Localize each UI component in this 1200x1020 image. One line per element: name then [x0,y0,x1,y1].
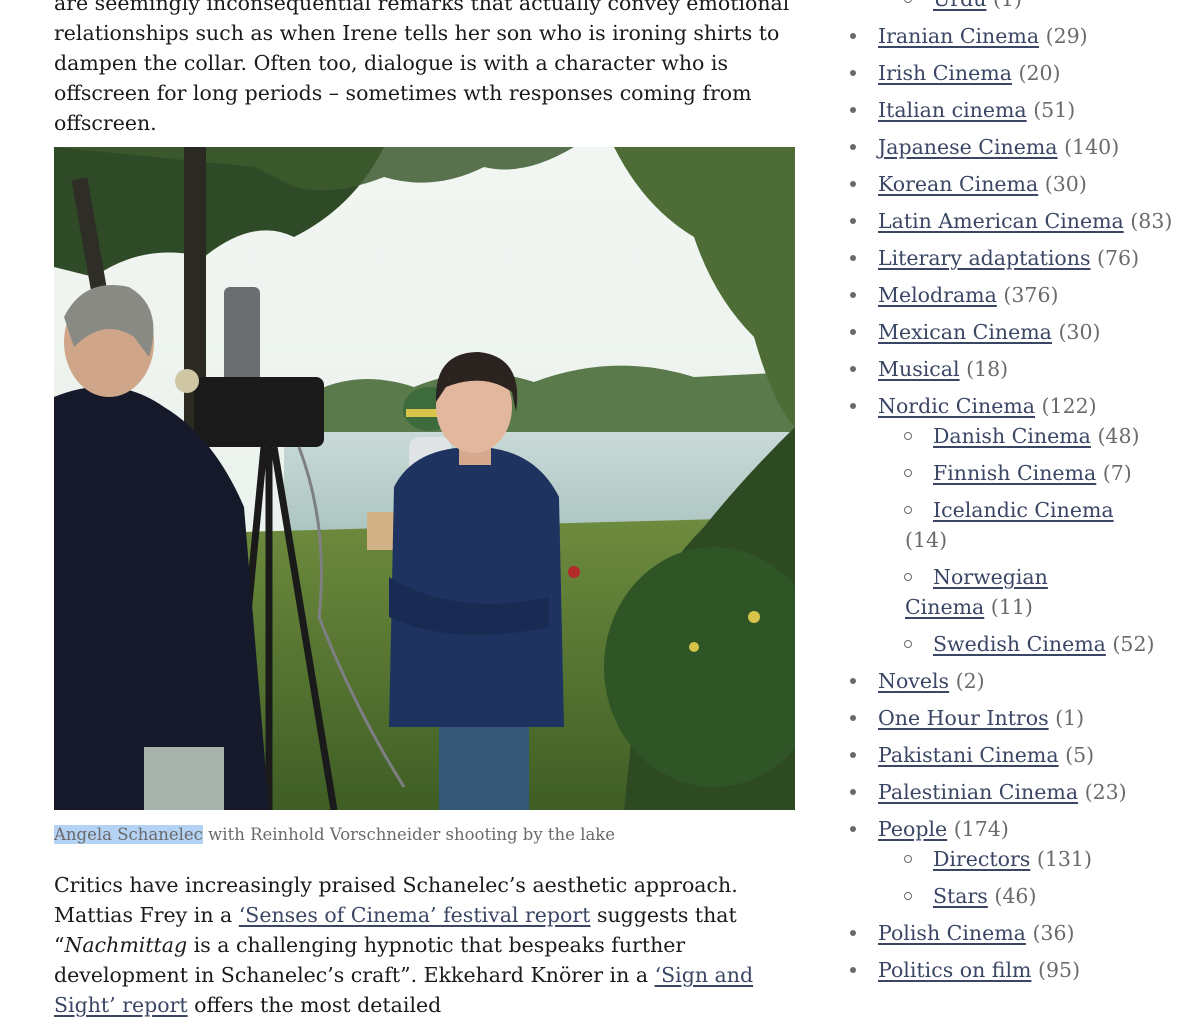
category-count: (122) [1041,394,1097,418]
subcategory-link[interactable]: Directors [933,847,1030,871]
film-title-emphasis: Nachmittag [64,933,188,957]
subcategory-link[interactable]: Stars [933,884,988,908]
category-link[interactable]: Irish Cinema [878,61,1012,85]
category-sidebar: Urdu (1) Iranian Cinema (29) Irish Cinem… [848,0,1178,992]
category-link[interactable]: Korean Cinema [878,172,1038,196]
subcategory-link[interactable]: Icelandic Cinema [933,498,1114,522]
category-count: (11) [990,595,1033,619]
category-item: Literary adaptations (76) [848,243,1178,273]
category-item-people: People (174) [848,814,1178,844]
category-count: (95) [1038,958,1081,982]
category-count: (140) [1064,135,1120,159]
category-count: (1) [993,0,1022,11]
article-paragraph: Critics have increasingly praised Schane… [54,870,796,1020]
category-item: Polish Cinema (36) [848,918,1178,948]
category-count: (18) [966,357,1009,381]
subcategory-item: Icelandic Cinema (14) [848,495,1117,555]
category-item: Latin American Cinema (83) [848,206,1178,236]
category-count: (1) [1055,706,1085,730]
category-count: (46) [994,884,1037,908]
subcategory-item: Norwegian Cinema (11) [848,562,1117,622]
paragraph-text: offers the most detailed [187,993,442,1017]
senses-of-cinema-link[interactable]: ‘Senses of Cinema’ festival report [239,903,591,927]
category-link[interactable]: Italian cinema [878,98,1027,122]
category-count: (376) [1003,283,1059,307]
article-body: are seemingly inconsequential remarks th… [54,0,796,138]
article-body-continued: Critics have increasingly praised Schane… [54,870,796,1020]
subcategory-item: Finnish Cinema (7) [848,458,1178,488]
category-item: Politics on film (95) [848,955,1178,985]
category-item: Palestinian Cinema (23) [848,777,1178,807]
category-item: Novels (2) [848,666,1178,696]
category-link[interactable]: Nordic Cinema [878,394,1035,418]
subcategory-item: Swedish Cinema (52) [848,629,1178,659]
category-count: (23) [1084,780,1127,804]
category-item-urdu: Urdu (1) [848,0,1178,14]
category-link[interactable]: People [878,817,947,841]
subcategory-link[interactable]: Finnish Cinema [933,461,1096,485]
category-item: Pakistani Cinema (5) [848,740,1178,770]
category-count: (7) [1102,461,1132,485]
category-item: Iranian Cinema (29) [848,21,1178,51]
category-count: (131) [1036,847,1092,871]
category-count: (51) [1033,98,1076,122]
subcategory-item: Danish Cinema (48) [848,421,1178,451]
category-count: (83) [1130,209,1173,233]
category-count: (20) [1018,61,1061,85]
category-item: Korean Cinema (30) [848,169,1178,199]
category-count: (14) [905,528,948,552]
category-count: (30) [1044,172,1087,196]
category-link[interactable]: Iranian Cinema [878,24,1039,48]
article-photo [54,147,795,810]
category-item: One Hour Intros (1) [848,703,1178,733]
category-item: Mexican Cinema (30) [848,317,1178,347]
category-count: (36) [1032,921,1075,945]
subcategory-item: Stars (46) [848,881,1178,911]
category-count: (174) [953,817,1009,841]
subcategory-link[interactable]: Danish Cinema [933,424,1091,448]
category-link[interactable]: Literary adaptations [878,246,1090,270]
category-link[interactable]: Japanese Cinema [878,135,1058,159]
category-count: (2) [955,669,985,693]
article-paragraph: are seemingly inconsequential remarks th… [54,0,790,135]
category-item: Italian cinema (51) [848,95,1178,125]
category-link[interactable]: One Hour Intros [878,706,1049,730]
category-item: Irish Cinema (20) [848,58,1178,88]
category-count: (30) [1058,320,1101,344]
category-count: (76) [1097,246,1140,270]
category-count: (48) [1097,424,1140,448]
category-link[interactable]: Melodrama [878,283,997,307]
category-link[interactable]: Latin American Cinema [878,209,1124,233]
category-link[interactable]: Urdu [933,0,986,11]
category-link[interactable]: Polish Cinema [878,921,1026,945]
caption-text: with Reinhold Vorschneider shooting by t… [202,825,616,844]
subcategory-link[interactable]: Swedish Cinema [933,632,1106,656]
category-link[interactable]: Pakistani Cinema [878,743,1059,767]
category-item: Japanese Cinema (140) [848,132,1178,162]
category-count: (52) [1112,632,1155,656]
category-link[interactable]: Novels [878,669,949,693]
category-item: Melodrama (376) [848,280,1178,310]
category-count: (29) [1045,24,1088,48]
category-link[interactable]: Mexican Cinema [878,320,1052,344]
category-link[interactable]: Palestinian Cinema [878,780,1078,804]
category-item-nordic: Nordic Cinema (122) [848,391,1178,421]
photo-caption: Angela Schanelec with Reinhold Vorschnei… [54,823,796,847]
caption-selected-text: Angela Schanelec [54,825,203,844]
subcategory-item: Directors (131) [848,844,1178,874]
category-item: Musical (18) [848,354,1178,384]
category-link[interactable]: Musical [878,357,960,381]
category-link[interactable]: Politics on film [878,958,1031,982]
category-count: (5) [1065,743,1095,767]
